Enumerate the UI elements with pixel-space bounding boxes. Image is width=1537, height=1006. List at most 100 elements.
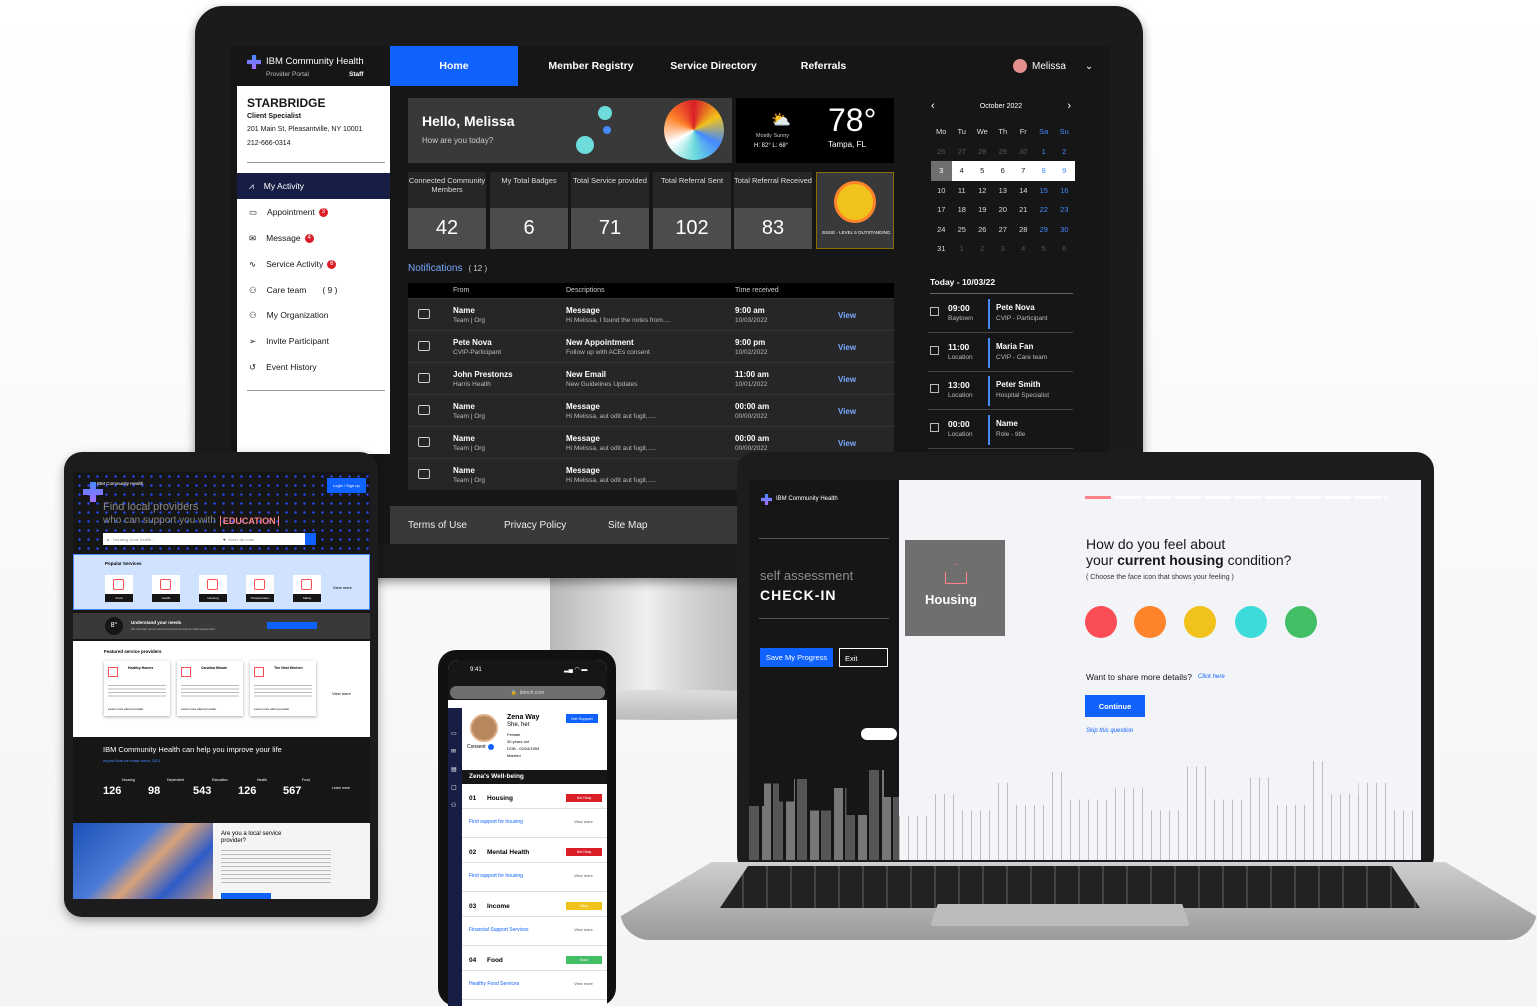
support-link[interactable]: Find support for housing: [469, 873, 523, 879]
save-progress-button[interactable]: Save My Progress: [760, 648, 833, 667]
calendar-day[interactable]: 29: [1034, 225, 1055, 234]
calendar-day[interactable]: 24: [931, 225, 952, 234]
calendar-day[interactable]: 26: [972, 225, 993, 234]
provider-card[interactable]: Carolina Minute Learn more about provider: [177, 661, 243, 716]
sidebar-item-event-history[interactable]: ↺ Event History: [237, 354, 390, 380]
view-more-link[interactable]: View more: [574, 873, 593, 878]
login-button[interactable]: Login / Sign up: [327, 478, 366, 493]
view-link[interactable]: View: [838, 343, 856, 352]
stat-referral-received[interactable]: Total Referral Received 83: [734, 172, 812, 249]
get-support-button[interactable]: Get Support: [566, 714, 598, 723]
calendar-day[interactable]: 1: [952, 244, 973, 253]
chevron-right-icon[interactable]: ›: [1067, 100, 1071, 112]
footer-link-sitemap[interactable]: Site Map: [608, 520, 647, 531]
sidebar-item-care-team[interactable]: ⚇ Care team ( 9 ): [237, 277, 390, 303]
start-assessment-button[interactable]: [267, 622, 317, 629]
calendar-day[interactable]: 5: [1034, 244, 1055, 253]
appointment-item[interactable]: 11:00 Location Maria Fan CVIP - Care team: [928, 336, 1073, 372]
tab-referrals[interactable]: Referrals: [781, 46, 866, 86]
calendar-day[interactable]: 17: [931, 205, 952, 214]
cta-button[interactable]: [221, 893, 271, 899]
wellbeing-item[interactable]: 01 Housing Not Okay Find support for housin…: [462, 784, 607, 838]
calendar-day[interactable]: 31: [931, 244, 952, 253]
calendar-day[interactable]: 28: [1013, 225, 1034, 234]
calendar-day[interactable]: 3: [993, 244, 1014, 253]
calendar-day[interactable]: 1: [1034, 147, 1055, 156]
footer-link-privacy[interactable]: Privacy Policy: [504, 520, 566, 531]
appointment-item[interactable]: 09:00 Baytown Pete Nova CVIP - Participant: [928, 297, 1073, 333]
click-here-link[interactable]: Click here: [1198, 674, 1225, 680]
calendar-day[interactable]: 12: [972, 186, 993, 195]
calendar-icon[interactable]: ▤: [451, 766, 457, 773]
face-very-sad-icon[interactable]: [1085, 606, 1117, 638]
provider-card[interactable]: The Nest Kitchen Learn more about provide…: [250, 661, 316, 716]
calendar-day[interactable]: 2: [1054, 147, 1075, 156]
tab-member-registry[interactable]: Member Registry: [531, 46, 651, 86]
service-tile[interactable]: Food: [105, 575, 133, 602]
calendar-day[interactable]: 3: [931, 161, 952, 181]
calendar-day[interactable]: 27: [993, 225, 1014, 234]
face-content-icon[interactable]: [1235, 606, 1267, 638]
table-row[interactable]: John Prestonzs Harris Health New Email New …: [408, 362, 894, 394]
face-neutral-icon[interactable]: [1184, 606, 1216, 638]
sidebar-item-appointment[interactable]: ▭ Appointment 3: [237, 199, 390, 225]
calendar-day[interactable]: 5: [972, 166, 993, 175]
calendar-day[interactable]: 25: [952, 225, 973, 234]
achievement-card[interactable]: ISSUE - LEVEL 5 OUTSTANDING: [816, 172, 894, 249]
exit-button[interactable]: Exit: [839, 648, 888, 667]
view-more-link[interactable]: View more: [333, 585, 352, 590]
stat-connected-members[interactable]: Connected Community Members 42: [408, 172, 486, 249]
provider-card[interactable]: Healthy Homes Learn more about provider: [104, 661, 170, 716]
service-tile[interactable]: Housing: [199, 575, 227, 602]
service-tile[interactable]: Health: [152, 575, 180, 602]
search-bar[interactable]: ⌕ Housing, food, health... ⌖ Enter zip c…: [103, 533, 316, 545]
face-happy-icon[interactable]: [1285, 606, 1317, 638]
calendar-day[interactable]: 6: [993, 166, 1014, 175]
sidebar-item-service-activity[interactable]: ∿ Service Activity 6: [237, 251, 390, 277]
tab-service-directory[interactable]: Service Directory: [656, 46, 771, 86]
face-sad-icon[interactable]: [1134, 606, 1166, 638]
stat-service-provided[interactable]: Total Service provided 71: [571, 172, 649, 249]
appointment-item[interactable]: 00:00 Location Name Role - title: [928, 413, 1073, 449]
calendar-day[interactable]: 19: [972, 205, 993, 214]
zip-input[interactable]: Enter zip code: [229, 537, 255, 542]
footer-link-terms[interactable]: Terms of Use: [408, 520, 467, 531]
group-icon[interactable]: ⚇: [451, 802, 456, 809]
sidebar-item-my-activity[interactable]: ⩘ My Activity: [237, 173, 390, 199]
calendar-day[interactable]: 29: [993, 147, 1014, 156]
learn-more-link[interactable]: Learn more about provider: [181, 707, 216, 711]
search-input[interactable]: Housing, food, health...: [113, 537, 223, 542]
calendar-day[interactable]: 18: [952, 205, 973, 214]
wellbeing-item[interactable]: 04 Food Good Healthy Food Services View more: [462, 946, 607, 1000]
table-row[interactable]: Name Team | Org Message Hi Melissa, aut odi…: [408, 394, 894, 426]
learn-more-link[interactable]: Learn more: [332, 786, 350, 790]
service-tile[interactable]: Safety: [293, 575, 321, 602]
card-icon[interactable]: ▭: [451, 730, 457, 737]
skip-link[interactable]: Skip this question: [1086, 728, 1133, 734]
support-link[interactable]: Find support for housing: [469, 819, 523, 825]
calendar-day[interactable]: 2: [972, 244, 993, 253]
sidebar-item-message[interactable]: ✉ Message 4: [237, 225, 390, 251]
tab-home[interactable]: Home: [390, 46, 518, 86]
calendar-day[interactable]: 14: [1013, 186, 1034, 195]
chevron-left-icon[interactable]: ‹: [931, 100, 935, 112]
url-bar[interactable]: 🔒 ibmch.com: [450, 686, 605, 699]
calendar-day[interactable]: 13: [993, 186, 1014, 195]
mail-icon[interactable]: ✉: [451, 748, 456, 755]
view-link[interactable]: View: [838, 439, 856, 448]
table-row[interactable]: Pete Nova CVIP-Participant New Appointment…: [408, 330, 894, 362]
user-menu[interactable]: Melissa ⌄: [1013, 59, 1093, 73]
calendar-day[interactable]: 10: [931, 186, 952, 195]
appointment-item[interactable]: 13:00 Location Peter Smith Hospital Special…: [928, 374, 1073, 410]
view-more-link[interactable]: View more: [574, 819, 593, 824]
calendar-day[interactable]: 30: [1013, 147, 1034, 156]
table-row[interactable]: Name Team | Org Message Hi Melissa, I found…: [408, 298, 894, 330]
support-link[interactable]: Healthy Food Services: [469, 981, 519, 987]
wellbeing-item[interactable]: 02 Mental Health Not Okay Find support for …: [462, 838, 607, 892]
learn-more-link[interactable]: Learn more about provider: [254, 707, 289, 711]
calendar-day[interactable]: 28: [972, 147, 993, 156]
calendar-day[interactable]: 4: [952, 166, 973, 175]
view-more-link[interactable]: View more: [332, 691, 351, 696]
calendar-day[interactable]: 22: [1034, 205, 1055, 214]
service-tile[interactable]: Transportation: [246, 575, 274, 602]
